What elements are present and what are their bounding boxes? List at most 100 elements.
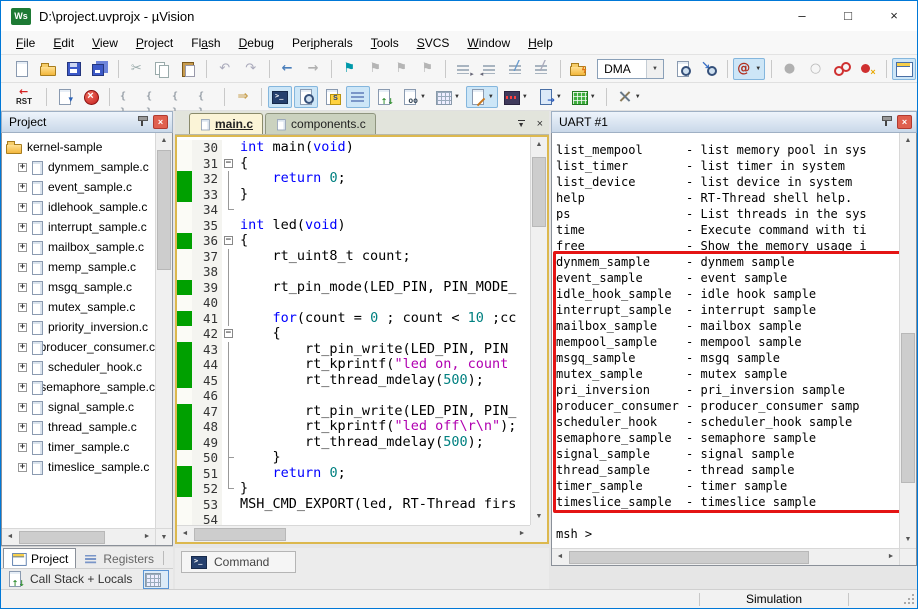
scroll-right-icon[interactable]: ► <box>514 526 530 542</box>
scroll-right-icon[interactable]: ► <box>883 549 899 565</box>
scroll-thumb[interactable] <box>194 527 286 541</box>
close-document-icon[interactable]: × <box>537 118 543 130</box>
expand-icon[interactable]: + <box>18 462 27 472</box>
registers-window-icon[interactable] <box>346 85 370 108</box>
tree-item-msgq_sample-c[interactable]: + msgq_sample.c <box>2 277 155 297</box>
editor-tab-main-c[interactable]: main.c <box>189 113 264 134</box>
disassembly-window-icon[interactable] <box>294 85 318 108</box>
tree-item-mailbox_sample-c[interactable]: + mailbox_sample.c <box>2 237 155 257</box>
tree-item-thread_sample-c[interactable]: + thread_sample.c <box>2 417 155 437</box>
run-to-cursor-icon[interactable] <box>194 86 218 121</box>
symbol-search-icon[interactable]: ▼ <box>733 57 766 80</box>
breakpoint-insert-icon[interactable]: ● <box>778 58 802 80</box>
navigate-back-icon[interactable]: ← <box>275 58 299 80</box>
step-over-icon[interactable] <box>142 86 166 121</box>
expand-icon[interactable]: + <box>18 402 27 412</box>
tree-item-idlehook_sample-c[interactable]: + idlehook_sample.c <box>2 197 155 217</box>
expand-icon[interactable]: + <box>18 162 27 172</box>
expand-icon[interactable]: + <box>18 342 27 352</box>
expand-icon[interactable]: + <box>18 282 27 292</box>
copy-icon[interactable] <box>150 58 174 80</box>
tree-item-producer_consumer-c[interactable]: + producer_consumer.c <box>2 337 155 357</box>
toolbox-icon[interactable]: ▼ <box>568 86 600 108</box>
uncomment-icon[interactable] <box>530 58 554 80</box>
breakpoint-enable-icon[interactable]: ○ <box>804 58 828 80</box>
comment-icon[interactable] <box>504 58 528 80</box>
scroll-down-icon[interactable]: ▼ <box>900 532 916 548</box>
cut-icon[interactable]: ✂ <box>124 58 148 80</box>
menu-peripherals[interactable]: Peripherals <box>283 33 362 53</box>
symbol-window-icon[interactable] <box>320 86 344 108</box>
watch-window-icon[interactable]: ▼ <box>398 86 430 108</box>
navigate-forward-icon[interactable]: → <box>301 58 325 80</box>
expand-icon[interactable]: + <box>18 182 27 192</box>
scroll-left-icon[interactable]: ◄ <box>552 549 568 565</box>
menu-edit[interactable]: Edit <box>44 33 83 53</box>
panel-tab-registers[interactable]: Registers <box>76 548 161 569</box>
minimize-button[interactable]: – <box>779 1 825 31</box>
memory-window-button[interactable] <box>143 569 169 589</box>
tree-item-dynmem_sample-c[interactable]: + dynmem_sample.c <box>2 157 155 177</box>
reset-cpu-icon[interactable] <box>10 86 40 108</box>
scroll-left-icon[interactable]: ◄ <box>177 526 193 542</box>
outdent-icon[interactable] <box>478 58 502 80</box>
new-file-icon[interactable] <box>10 58 34 80</box>
project-tree-vscrollbar[interactable]: ▲ <box>155 133 172 528</box>
tab-list-icon[interactable]: ▼ <box>517 119 525 129</box>
tree-item-semaphore_sample-c[interactable]: + semaphore_sample.c <box>2 377 155 397</box>
tree-item-signal_sample-c[interactable]: + signal_sample.c <box>2 397 155 417</box>
serial-window-icon[interactable]: ▼ <box>465 85 498 108</box>
menu-file[interactable]: File <box>7 33 44 53</box>
scroll-down-icon[interactable]: ▼ <box>155 528 172 545</box>
memory-window-icon[interactable]: ▼ <box>432 86 464 108</box>
call-stack-window-icon[interactable] <box>372 86 396 108</box>
command-tab[interactable]: Command <box>181 551 297 573</box>
uart-terminal[interactable]: list_mempool - list memory pool in sys li… <box>551 133 917 566</box>
tree-item-priority_inversion-c[interactable]: + priority_inversion.c <box>2 317 155 337</box>
uart-vscrollbar[interactable]: ▲ ▼ <box>899 133 916 548</box>
editor-hscrollbar[interactable]: ◄ ► <box>177 525 530 542</box>
editor-vscrollbar[interactable]: ▲ ▼ <box>530 137 547 525</box>
fold-collapse-icon[interactable]: − <box>224 329 233 338</box>
command-window-icon[interactable] <box>268 85 292 108</box>
tree-item-timeslice_sample-c[interactable]: + timeslice_sample.c <box>2 457 155 477</box>
incremental-find-icon[interactable] <box>697 58 721 80</box>
close-panel-icon[interactable]: × <box>897 115 912 129</box>
expand-icon[interactable]: + <box>18 322 27 332</box>
fold-collapse-icon[interactable]: − <box>224 236 233 245</box>
bookmark-toggle-icon[interactable]: ⚑ <box>337 58 361 80</box>
open-file-icon[interactable] <box>36 58 60 80</box>
tree-item-scheduler_hook-c[interactable]: + scheduler_hook.c <box>2 357 155 377</box>
expand-icon[interactable]: + <box>18 222 27 232</box>
scroll-up-icon[interactable]: ▲ <box>156 133 172 149</box>
bookmark-prev-icon[interactable]: ⚑ <box>389 58 413 80</box>
expand-icon[interactable]: + <box>18 302 27 312</box>
close-panel-icon[interactable]: × <box>153 115 168 129</box>
menu-tools[interactable]: Tools <box>362 33 408 53</box>
save-all-icon[interactable] <box>88 58 112 80</box>
editor-tab-components-c[interactable]: components.c <box>265 113 376 134</box>
system-viewer-icon[interactable]: ▼ <box>534 86 566 108</box>
menu-flash[interactable]: Flash <box>182 33 229 53</box>
close-button[interactable]: × <box>871 1 917 31</box>
scroll-thumb[interactable] <box>532 157 546 227</box>
combo-dropdown-icon[interactable]: ▼ <box>645 59 663 78</box>
redo-icon[interactable]: ↷ <box>239 58 263 80</box>
scroll-right-icon[interactable]: ► <box>139 529 155 545</box>
scroll-down-icon[interactable]: ▼ <box>531 509 547 525</box>
tree-item-event_sample-c[interactable]: + event_sample.c <box>2 177 155 197</box>
save-icon[interactable] <box>62 58 86 80</box>
menu-debug[interactable]: Debug <box>230 33 283 53</box>
project-tree-hscrollbar[interactable]: ◄ ► <box>2 528 155 545</box>
resize-grip-icon[interactable] <box>901 591 917 607</box>
scroll-up-icon[interactable]: ▲ <box>531 137 547 153</box>
tree-item-timer_sample-c[interactable]: + timer_sample.c <box>2 437 155 457</box>
pin-icon[interactable] <box>134 114 150 130</box>
expand-icon[interactable]: + <box>18 242 27 252</box>
step-into-icon[interactable] <box>116 86 140 121</box>
menu-project[interactable]: Project <box>127 33 182 53</box>
tree-root-kernel-sample[interactable]: kernel-sample <box>2 137 155 157</box>
callstack-bar[interactable]: Call Stack + Locals <box>1 568 173 589</box>
logic-analyzer-icon[interactable]: ▼ <box>500 86 532 108</box>
target-select-combo[interactable]: DMA ▼ <box>597 58 664 79</box>
